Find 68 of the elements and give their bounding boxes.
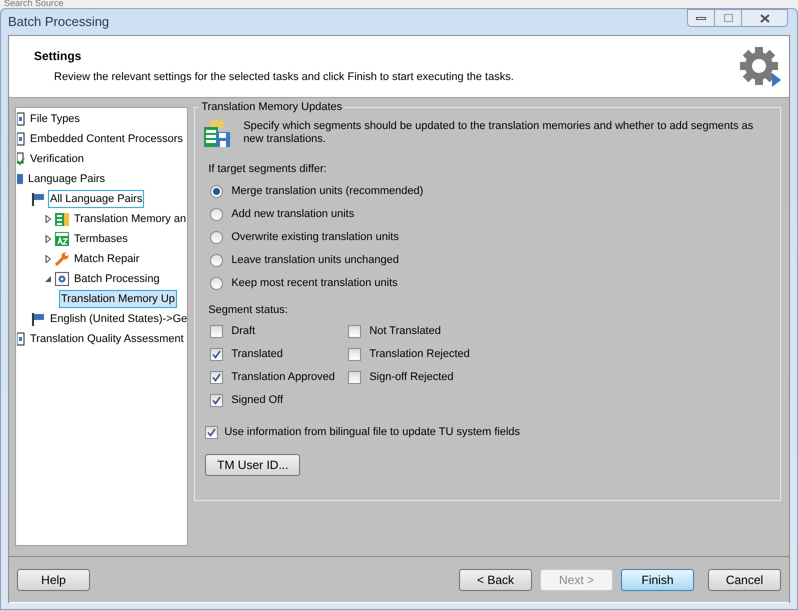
- checkbox[interactable]: [210, 325, 224, 338]
- header-title: Settings: [34, 48, 82, 66]
- checkbox-label: Translated: [231, 347, 283, 362]
- checkbox-label: Draft: [231, 324, 256, 340]
- group-description: Specify which segments should be updated to the translation memories and whether to add segments as new translations.: [243, 120, 754, 147]
- section-label: Segment status:: [207, 302, 289, 318]
- checkbox[interactable]: [205, 426, 218, 439]
- radio-label: Overwrite existing translation units: [231, 230, 399, 245]
- checkbox[interactable]: [348, 325, 362, 338]
- radio-button[interactable]: [210, 208, 224, 220]
- expand-arrow-icon[interactable]: [45, 255, 52, 263]
- tree-item[interactable]: Translation Quality Assessment: [28, 330, 186, 348]
- radio-label: Leave translation units unchanged: [231, 252, 399, 268]
- gear-icon: [55, 272, 69, 286]
- finish-button[interactable]: Finish: [621, 568, 694, 590]
- checkbox-label: Signed Off: [231, 393, 284, 408]
- tree-item[interactable]: Verification: [28, 150, 86, 168]
- database-save-icon: [203, 120, 232, 148]
- tree-item[interactable]: Match Repair: [72, 250, 142, 268]
- close-button[interactable]: [741, 9, 788, 27]
- tree-item[interactable]: Termbases: [72, 230, 130, 248]
- checkbox-label: Translation Rejected: [369, 347, 470, 362]
- expand-arrow-icon[interactable]: [45, 235, 52, 243]
- radio-button[interactable]: [210, 184, 224, 198]
- expand-arrow-icon[interactable]: [45, 215, 52, 223]
- tree-item[interactable]: All Language Pairs: [48, 190, 144, 208]
- header-description: Review the relevant settings for the selected tasks and click Finish to start executing the tasks.: [53, 70, 514, 86]
- radio-label: Add new translation units: [231, 206, 354, 222]
- checkbox[interactable]: [210, 371, 224, 384]
- tree-item[interactable]: Batch Processing: [72, 270, 162, 288]
- radio-label: Merge translation units (recommended): [231, 184, 424, 199]
- minimize-icon: [696, 16, 706, 20]
- back-button[interactable]: < Back: [459, 568, 532, 590]
- tree-item[interactable]: File Types: [28, 110, 82, 128]
- tree-item[interactable]: Embedded Content Processors: [28, 130, 185, 148]
- flag-icon: [31, 192, 45, 206]
- collapse-arrow-icon[interactable]: [45, 275, 52, 283]
- checkbox-label: Sign-off Rejected: [369, 370, 454, 386]
- checkbox-label: Not Translated: [369, 324, 441, 340]
- checkbox-label: Translation Approved: [231, 370, 335, 386]
- group-title: Translation Memory Updates: [199, 100, 344, 114]
- database-icon: [55, 212, 69, 226]
- termbase-icon: [55, 232, 69, 246]
- radio-button[interactable]: [210, 230, 224, 244]
- minimize-button[interactable]: [687, 9, 715, 27]
- checkbox[interactable]: [348, 348, 362, 361]
- close-icon: [760, 14, 770, 22]
- gear-play-icon: [739, 44, 783, 88]
- tree-item[interactable]: Translation Memory Up: [59, 290, 177, 308]
- checkbox-label: Use information from bilingual file to update TU system fields: [224, 425, 520, 440]
- checkbox[interactable]: [210, 348, 224, 361]
- radio-label: Keep most recent translation units: [231, 276, 398, 291]
- cancel-button[interactable]: Cancel: [708, 568, 781, 590]
- checkbox[interactable]: [348, 371, 362, 384]
- checkbox[interactable]: [210, 394, 224, 407]
- wrench-icon: [55, 252, 69, 266]
- flag-icon: [31, 312, 45, 326]
- tm-user-id-button[interactable]: TM User ID...: [205, 454, 300, 476]
- radio-button[interactable]: [210, 276, 224, 290]
- maximize-icon: [724, 14, 732, 22]
- tree-item[interactable]: Language Pairs: [26, 170, 108, 188]
- section-label: If target segments differ:: [207, 162, 328, 177]
- window-title: Batch Processing: [8, 13, 110, 32]
- folder-icon: [17, 173, 23, 185]
- tree-item[interactable]: Translation Memory an: [72, 210, 188, 228]
- radio-button[interactable]: [210, 254, 224, 266]
- help-button[interactable]: Help: [17, 568, 90, 590]
- tree-item[interactable]: English (United States)->Ge: [48, 310, 188, 328]
